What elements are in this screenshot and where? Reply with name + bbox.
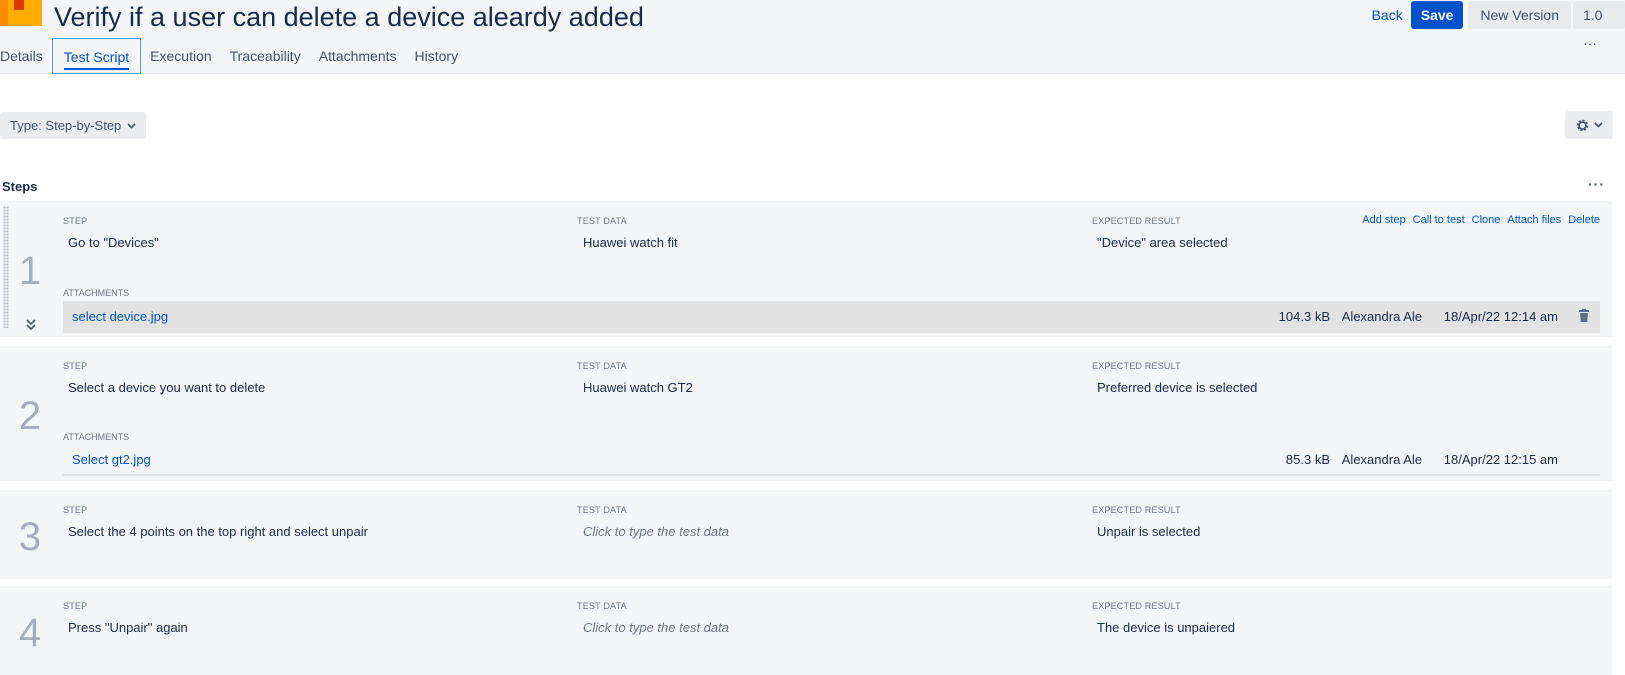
expected-result-column-label: EXPECTED RESULT xyxy=(1092,361,1181,371)
tab-details[interactable]: Details xyxy=(0,38,52,74)
script-type-select[interactable]: Type: Step-by-Step xyxy=(0,112,147,139)
settings-button[interactable] xyxy=(1565,111,1613,139)
attachment-author: Alexandra Ale xyxy=(1341,309,1422,324)
step-column-label: STEP xyxy=(63,601,88,611)
step-test-data-placeholder[interactable]: Click to type the test data xyxy=(583,620,729,635)
step-description[interactable]: Select a device you want to delete xyxy=(68,380,265,395)
step-column-label: STEP xyxy=(63,361,88,371)
header-actions: Back Save New Version 1.0 ··· xyxy=(1364,0,1625,51)
attachments-label: ATTACHMENTS xyxy=(63,288,130,298)
version-dropdown[interactable]: 1.0 ··· xyxy=(1573,1,1625,51)
call-to-test-link[interactable]: Call to test xyxy=(1413,214,1465,226)
test-data-column-label: TEST DATA xyxy=(577,216,627,226)
step-number: 3 xyxy=(18,515,42,559)
step-actions: Add step Call to test Clone Attach files… xyxy=(1362,214,1600,226)
step-row[interactable]: 3 STEP TEST DATA EXPECTED RESULT Select … xyxy=(0,490,1612,579)
expected-result-column-label: EXPECTED RESULT xyxy=(1092,505,1181,515)
clone-link[interactable]: Clone xyxy=(1472,214,1501,226)
step-expected-result[interactable]: Preferred device is selected xyxy=(1097,380,1257,395)
step-row[interactable]: 1 STEP TEST DATA EXPECTED RESULT Add ste… xyxy=(0,201,1612,337)
add-step-link[interactable]: Add step xyxy=(1362,214,1405,226)
step-description[interactable]: Press "Unpair" again xyxy=(68,620,188,635)
step-expected-result[interactable]: The device is unpaiered xyxy=(1097,620,1235,635)
steps-title: Steps xyxy=(2,179,38,194)
step-row[interactable]: 2 STEP TEST DATA EXPECTED RESULT Select … xyxy=(0,346,1612,481)
tab-bar: Details Test Script Execution Traceabili… xyxy=(0,38,467,74)
attachment-row[interactable]: Select gt2.jpg 85.3 kB Alexandra Ale 18/… xyxy=(63,444,1600,476)
gear-icon xyxy=(1576,119,1589,131)
expected-result-column-label: EXPECTED RESULT xyxy=(1092,601,1181,611)
script-type-label: Type: Step-by-Step xyxy=(10,118,122,133)
test-data-column-label: TEST DATA xyxy=(577,361,627,371)
chevron-down-icon xyxy=(127,122,136,129)
step-number: 1 xyxy=(18,249,42,293)
page-title: Verify if a user can delete a device ale… xyxy=(54,2,644,32)
step-test-data-placeholder[interactable]: Click to type the test data xyxy=(583,524,729,539)
step-description[interactable]: Go to "Devices" xyxy=(68,235,159,250)
attachment-author: Alexandra Ale xyxy=(1341,452,1422,467)
attachment-size: 104.3 kB xyxy=(1278,309,1330,324)
attachment-name[interactable]: select device.jpg xyxy=(72,309,168,324)
step-number: 2 xyxy=(18,394,42,438)
tab-traceability[interactable]: Traceability xyxy=(221,38,310,74)
tab-execution[interactable]: Execution xyxy=(141,38,220,74)
step-test-data[interactable]: Huawei watch GT2 xyxy=(583,380,693,395)
test-data-column-label: TEST DATA xyxy=(577,601,627,611)
trash-icon[interactable] xyxy=(1578,309,1590,323)
page-header: Verify if a user can delete a device ale… xyxy=(0,0,1625,74)
step-expected-result[interactable]: Unpair is selected xyxy=(1097,524,1200,539)
step-column-label: STEP xyxy=(63,505,88,515)
step-test-data[interactable]: Huawei watch fit xyxy=(583,235,678,250)
steps-more-button[interactable]: ··· xyxy=(1588,176,1605,192)
attachments-label: ATTACHMENTS xyxy=(63,432,130,442)
chevron-down-icon xyxy=(1594,122,1603,128)
tab-test-script[interactable]: Test Script xyxy=(51,38,142,74)
attachment-date: 18/Apr/22 12:15 am xyxy=(1443,452,1558,467)
attachment-name[interactable]: Select gt2.jpg xyxy=(72,452,151,467)
tab-history[interactable]: History xyxy=(406,38,468,74)
expected-result-column-label: EXPECTED RESULT xyxy=(1092,216,1181,226)
back-button[interactable]: Back xyxy=(1364,1,1411,29)
collapse-icon[interactable] xyxy=(24,317,38,331)
test-case-icon xyxy=(0,0,42,26)
attachment-row[interactable]: select device.jpg 104.3 kB Alexandra Ale… xyxy=(63,301,1600,333)
step-expected-result[interactable]: "Device" area selected xyxy=(1097,235,1228,250)
attachment-date: 18/Apr/22 12:14 am xyxy=(1443,309,1558,324)
step-row[interactable]: 4 STEP TEST DATA EXPECTED RESULT Press "… xyxy=(0,586,1612,675)
step-column-label: STEP xyxy=(63,216,88,226)
attach-files-link[interactable]: Attach files xyxy=(1507,214,1561,226)
delete-link[interactable]: Delete xyxy=(1568,214,1600,226)
tab-attachments[interactable]: Attachments xyxy=(310,38,406,74)
test-data-column-label: TEST DATA xyxy=(577,505,627,515)
step-number: 4 xyxy=(18,611,42,655)
step-description[interactable]: Select the 4 points on the top right and… xyxy=(68,524,368,539)
save-button[interactable]: Save xyxy=(1410,1,1464,29)
attachment-size: 85.3 kB xyxy=(1285,452,1330,467)
new-version-button[interactable]: New Version xyxy=(1468,1,1571,29)
